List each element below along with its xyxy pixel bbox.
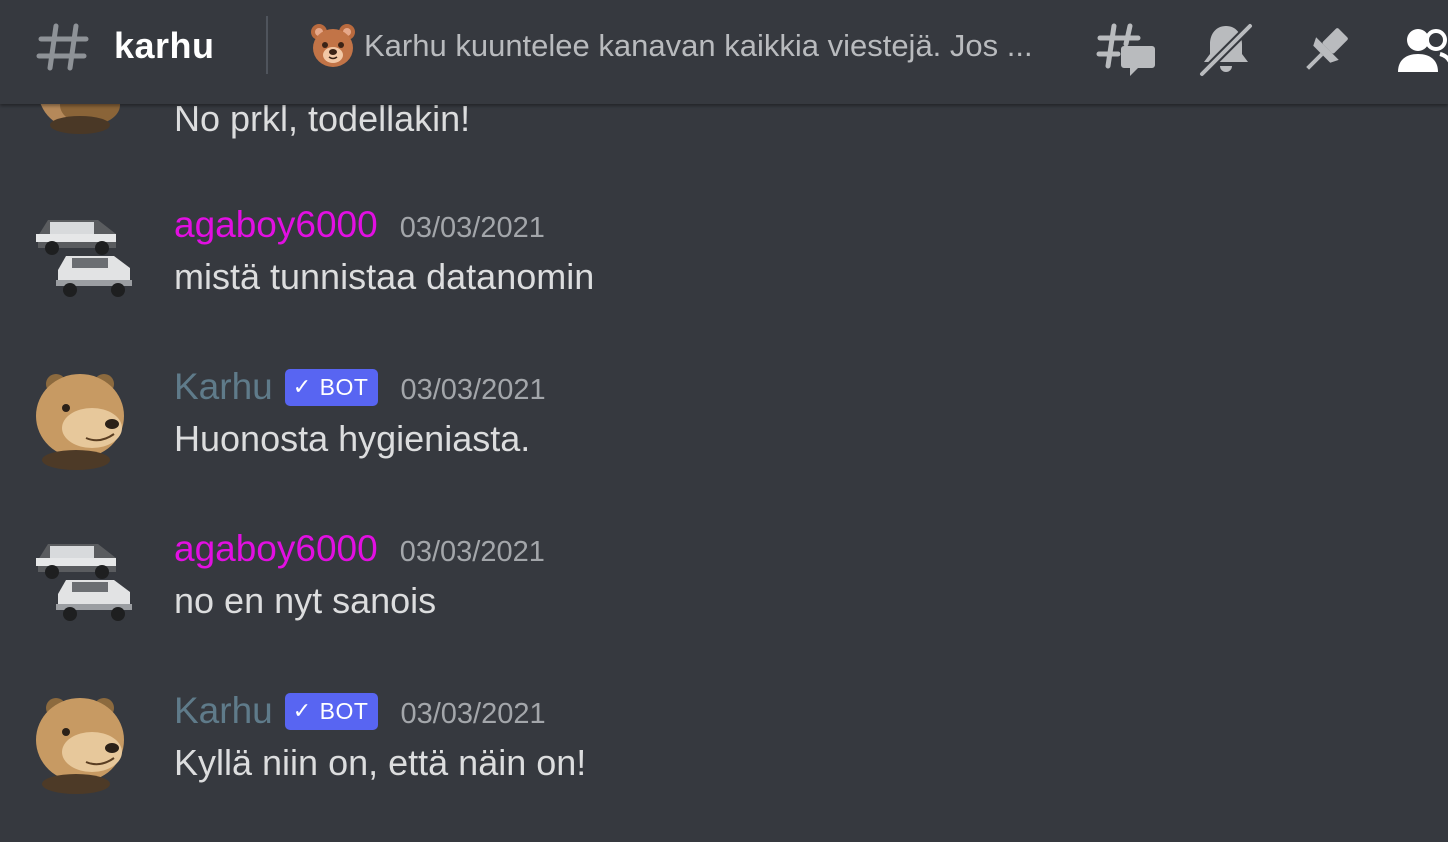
bot-badge: ✓ BOT [284, 692, 379, 730]
bot-badge-label: BOT [319, 373, 369, 400]
header-divider [266, 16, 268, 74]
message-item: agaboy6000 03/03/2021 no en nyt sanois [0, 526, 1448, 666]
check-icon: ✓ [292, 374, 312, 399]
chat-app: karhu Karhu kuuntelee kanavan kaikkia vi… [0, 0, 1448, 842]
police-cars-avatar[interactable] [30, 524, 134, 628]
channel-name: karhu [114, 25, 215, 66]
channel-header: karhu Karhu kuuntelee kanavan kaikkia vi… [0, 0, 1448, 104]
message-text: mistä tunnistaa datanomin [174, 256, 595, 297]
bear-emoji [311, 24, 355, 67]
message-item: Karhu ✓ BOT 03/03/2021 Huonosta hygienias… [0, 364, 1448, 504]
muted-bell-icon[interactable] [1196, 20, 1256, 80]
message-item: agaboy6000 03/03/2021 mistä tunnistaa da… [0, 202, 1448, 342]
check-icon: ✓ [292, 698, 312, 723]
bot-badge-label: BOT [319, 697, 369, 724]
username[interactable]: agaboy6000 [174, 526, 378, 572]
message-header: agaboy6000 03/03/2021 [174, 526, 545, 572]
members-icon[interactable] [1394, 20, 1448, 80]
message-list[interactable]: No prkl, todellakin! agaboy6000 03/03/20… [0, 104, 1448, 842]
timestamp: 03/03/2021 [400, 373, 546, 406]
bear-avatar[interactable] [30, 104, 134, 134]
hashtag-icon [36, 23, 89, 71]
channel-topic[interactable]: Karhu kuuntelee kanavan kaikkia viestejä… [308, 18, 1068, 74]
message-header: Karhu ✓ BOT 03/03/2021 [174, 364, 546, 410]
message-text: no en nyt sanois [174, 580, 437, 621]
message-header: Karhu ✓ BOT 03/03/2021 [174, 688, 546, 734]
timestamp: 03/03/2021 [399, 535, 545, 568]
message-text: Huonosta hygieniasta. [174, 418, 531, 459]
police-cars-avatar[interactable] [30, 200, 134, 304]
message-text: No prkl, todellakin! [174, 104, 471, 139]
bear-avatar[interactable] [30, 690, 134, 794]
username[interactable]: Karhu [174, 688, 273, 734]
message-header: agaboy6000 03/03/2021 [174, 202, 545, 248]
bear-avatar[interactable] [30, 366, 134, 470]
message-text: Kyllä niin on, että näin on! [174, 742, 587, 783]
timestamp: 03/03/2021 [400, 697, 546, 730]
bot-badge: ✓ BOT [284, 368, 379, 406]
timestamp: 03/03/2021 [399, 211, 545, 244]
topic-text: Karhu kuuntelee kanavan kaikkia viestejä… [364, 28, 1033, 63]
username[interactable]: Karhu [174, 364, 273, 410]
threads-icon[interactable] [1096, 20, 1156, 80]
username[interactable]: agaboy6000 [174, 202, 378, 248]
message-item: Karhu ✓ BOT 03/03/2021 Kyllä niin on, ett… [0, 688, 1448, 828]
pin-icon[interactable] [1296, 20, 1356, 80]
